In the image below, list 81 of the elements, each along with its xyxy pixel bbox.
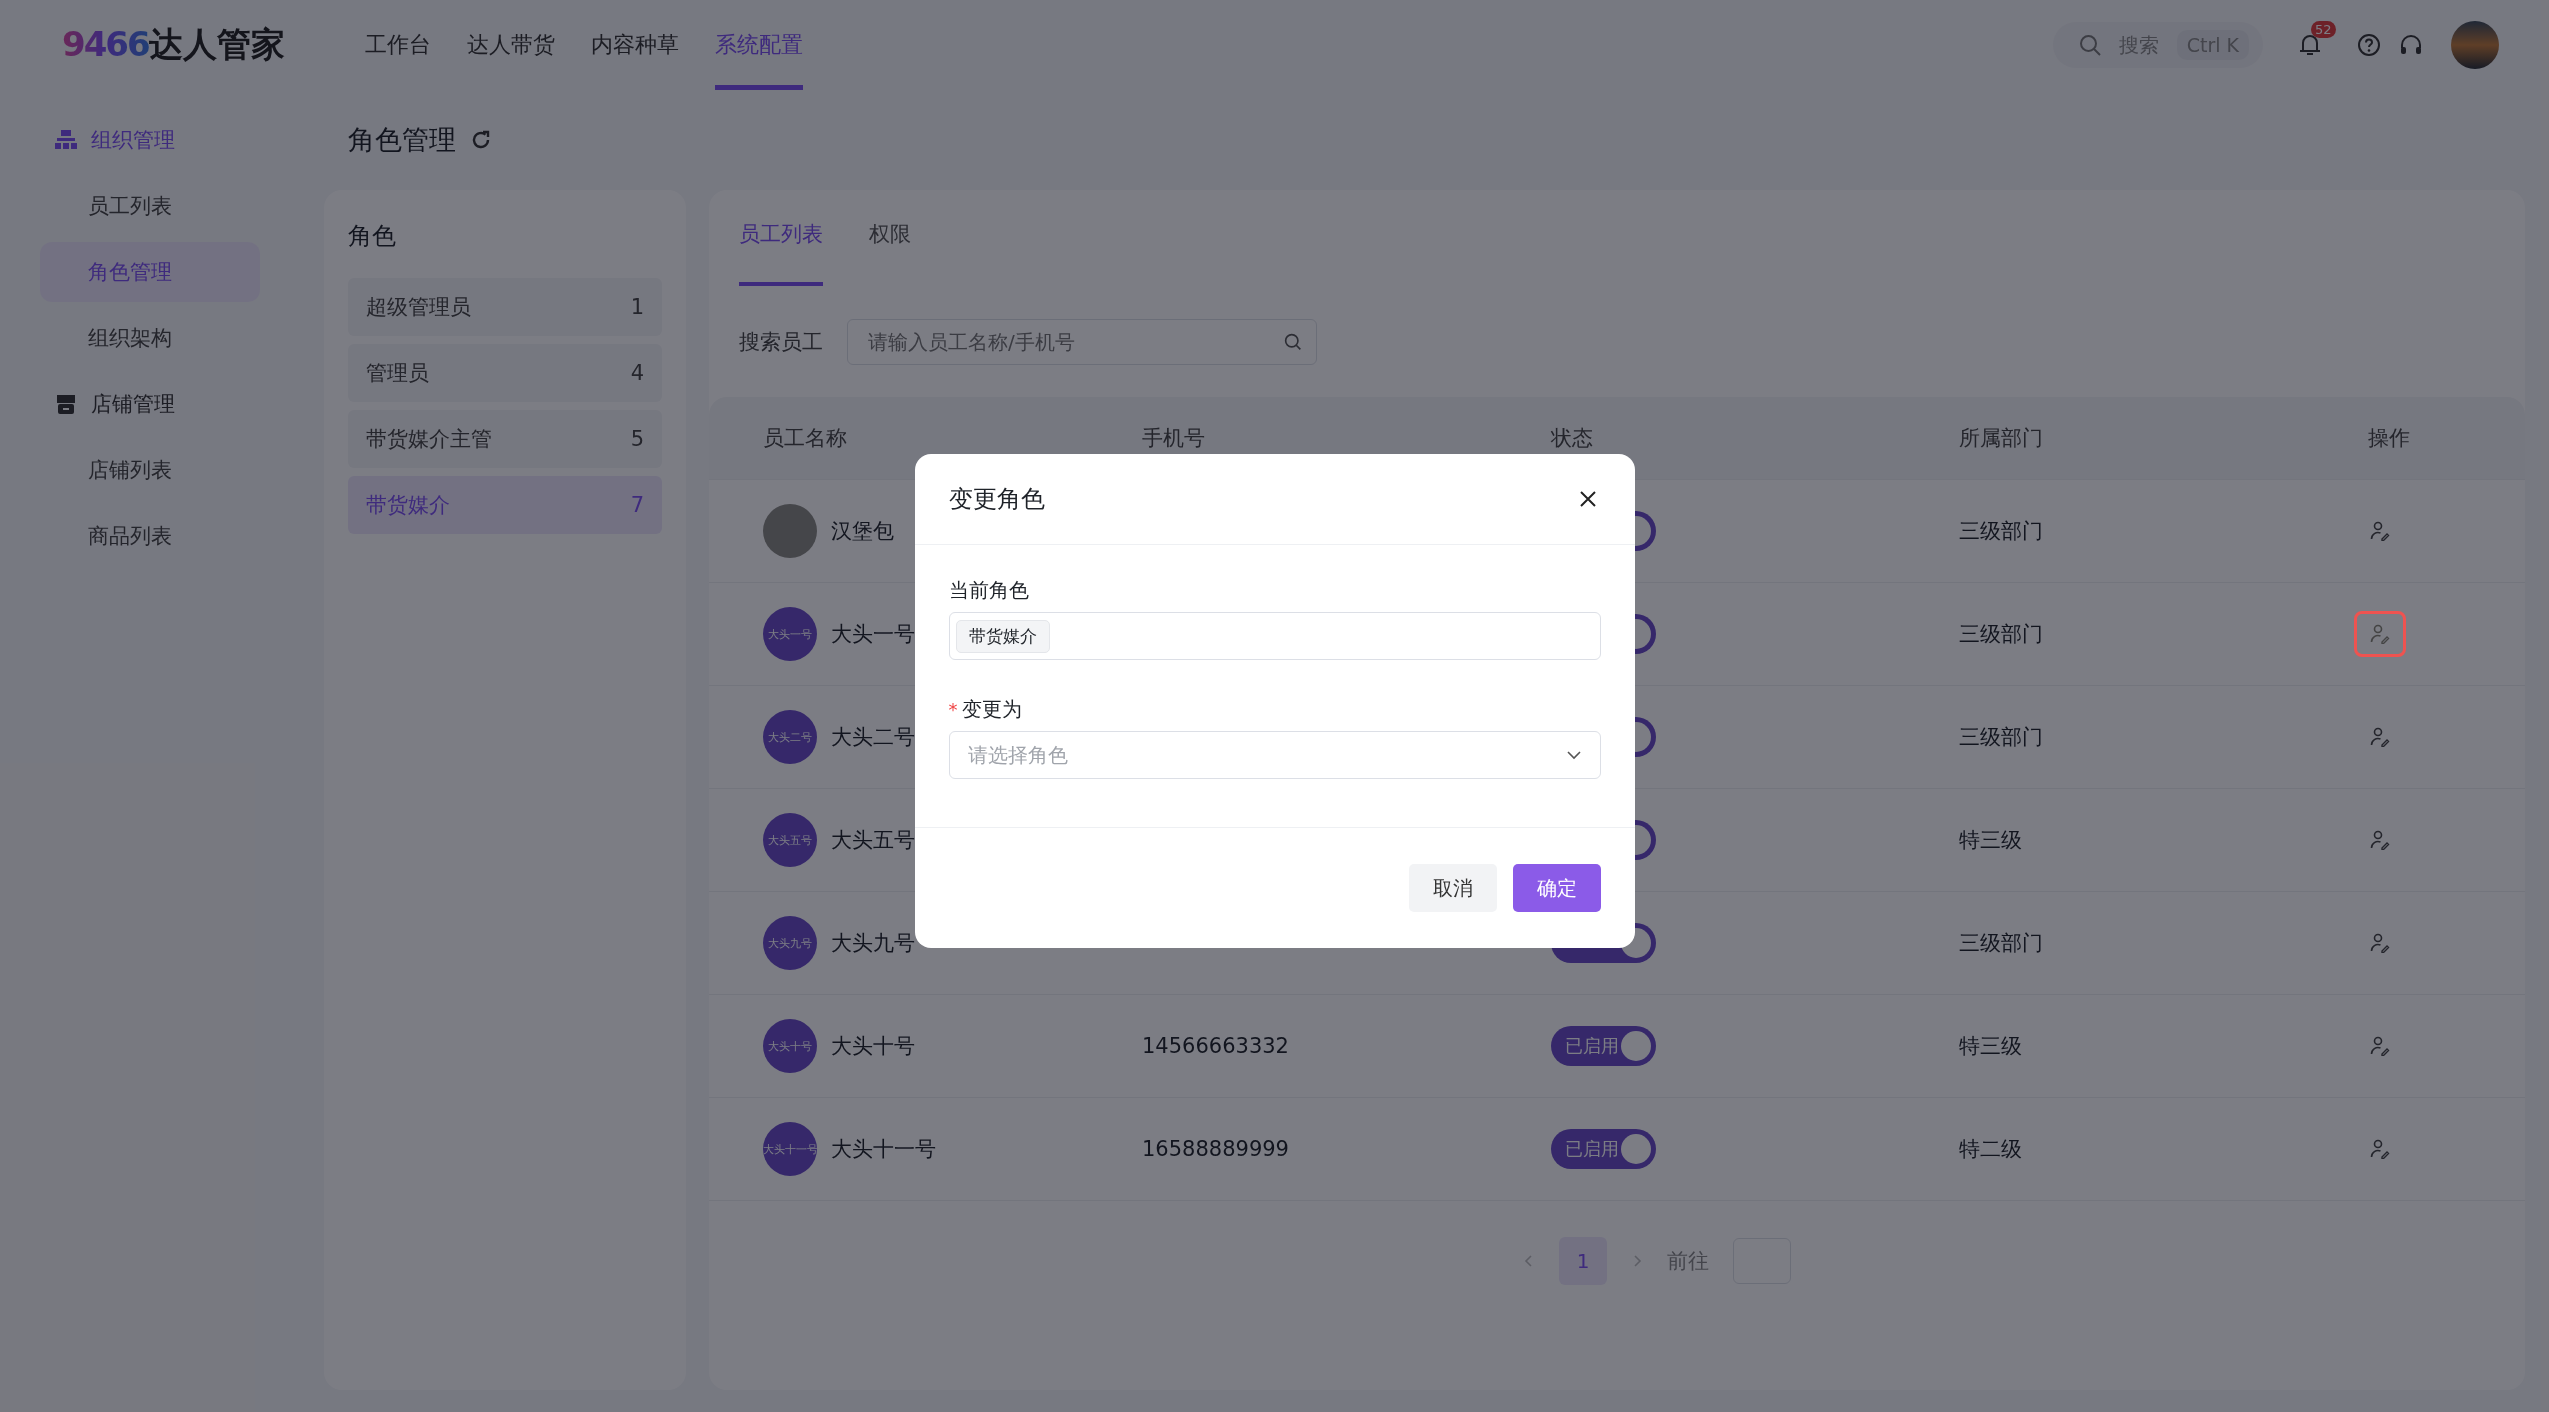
nav-tab[interactable]: 工作台	[364, 0, 431, 90]
store-icon	[55, 393, 77, 415]
tab[interactable]: 员工列表	[739, 220, 823, 286]
table-cell-text: 大头十号	[831, 1033, 915, 1060]
bell-icon[interactable]	[2299, 33, 2321, 57]
headset-icon[interactable]	[2399, 33, 2423, 57]
table-cell-text: 大头九号	[831, 930, 915, 957]
search-label: 搜索员工	[739, 329, 823, 356]
notification-badge: 52	[2311, 21, 2336, 38]
user-avatar[interactable]	[2451, 21, 2499, 69]
chevron-down-icon	[1565, 750, 1582, 760]
field-label: 变更为	[961, 696, 1022, 723]
table-cell: 特三级	[1959, 1034, 2022, 1058]
status-toggle[interactable]: 已启用	[1551, 1026, 1656, 1066]
photo-placeholder	[763, 504, 817, 558]
table-cell: 16588889999	[1142, 1137, 1289, 1161]
confirm-button[interactable]: 确定	[1512, 864, 1601, 912]
user-edit-icon	[2370, 830, 2390, 850]
dialog-title: 变更角色	[948, 484, 1045, 515]
table-cell: 三级部门	[1959, 622, 2043, 646]
user-edit-icon	[2370, 521, 2390, 541]
table-cell-text: 大头十一号	[831, 1136, 936, 1163]
avatar: 大头九号	[763, 916, 817, 970]
cancel-button[interactable]: 取消	[1408, 864, 1497, 912]
user-edit-icon	[2370, 933, 2390, 953]
column-header: 操作	[2368, 425, 2411, 452]
help-icon[interactable]	[2357, 33, 2381, 57]
change-role-button[interactable]	[2354, 611, 2406, 657]
avatar: 大头五号	[763, 813, 817, 867]
user-edit-icon	[2370, 624, 2390, 644]
role-tag: 带货媒介	[955, 619, 1050, 653]
tab[interactable]: 权限	[869, 220, 911, 286]
column-header: 手机号	[1142, 425, 1206, 452]
logo-text: 达人管家	[148, 23, 285, 66]
nav-tab[interactable]: 达人带货	[466, 0, 555, 90]
close-icon	[1578, 490, 1597, 508]
org-chart-icon	[55, 130, 77, 150]
required-mark: *	[948, 699, 958, 720]
table-cell: 三级部门	[1959, 931, 2043, 955]
role-item[interactable]: 管理员 4	[348, 344, 662, 402]
column-header: 员工名称	[763, 425, 848, 452]
user-edit-icon	[2370, 727, 2390, 747]
table-cell-text: 汉堡包	[831, 518, 894, 545]
column-header: 状态	[1551, 425, 1594, 452]
user-edit-icon	[2370, 1036, 2390, 1056]
page-button[interactable]: 1	[1559, 1237, 1607, 1285]
table-cell-text: 大头一号	[831, 621, 915, 648]
search-icon	[1284, 333, 1302, 351]
next-page-icon[interactable]	[1631, 1253, 1643, 1269]
avatar: 大头二号	[763, 710, 817, 764]
sidebar-item[interactable]: 员工列表	[40, 176, 260, 236]
page-title: 角色管理	[348, 123, 456, 157]
nav-tab[interactable]: 内容种草	[590, 0, 679, 90]
refresh-icon[interactable]	[470, 129, 492, 151]
role-item[interactable]: 带货媒介 7	[348, 476, 662, 534]
table-cell: 三级部门	[1959, 725, 2043, 749]
sidebar-item[interactable]: 商品列表	[40, 506, 260, 566]
panel-title: 角色	[348, 221, 397, 252]
table-cell: 特二级	[1959, 1137, 2022, 1161]
nav-tab[interactable]: 系统配置	[714, 0, 803, 90]
sidebar-item[interactable]: 组织架构	[40, 308, 260, 368]
role-select[interactable]: 请选择角色	[948, 731, 1601, 779]
sidebar-item[interactable]: 角色管理	[40, 242, 260, 302]
table-cell: 特三级	[1959, 828, 2022, 852]
role-item[interactable]: 超级管理员 1	[348, 278, 662, 336]
sidebar-item[interactable]: 店铺列表	[40, 440, 260, 500]
prev-page-icon[interactable]	[1523, 1253, 1535, 1269]
sidebar-group[interactable]: 组织管理	[0, 110, 300, 170]
table-cell-text: 大头五号	[831, 827, 915, 854]
table-cell-text: 大头二号	[831, 724, 915, 751]
sidebar-group[interactable]: 店铺管理	[0, 374, 300, 434]
field-label: 当前角色	[948, 577, 1029, 604]
table-cell: 14566663332	[1142, 1034, 1289, 1058]
role-item[interactable]: 带货媒介主管 5	[348, 410, 662, 468]
table-cell: 三级部门	[1959, 519, 2043, 543]
goto-label: 前往	[1667, 1248, 1709, 1275]
column-header: 所属部门	[1959, 425, 2044, 452]
search-icon	[2078, 34, 2101, 56]
user-edit-icon	[2370, 1139, 2390, 1159]
status-toggle[interactable]: 已启用	[1551, 1129, 1656, 1169]
avatar: 大头十号	[763, 1019, 817, 1073]
